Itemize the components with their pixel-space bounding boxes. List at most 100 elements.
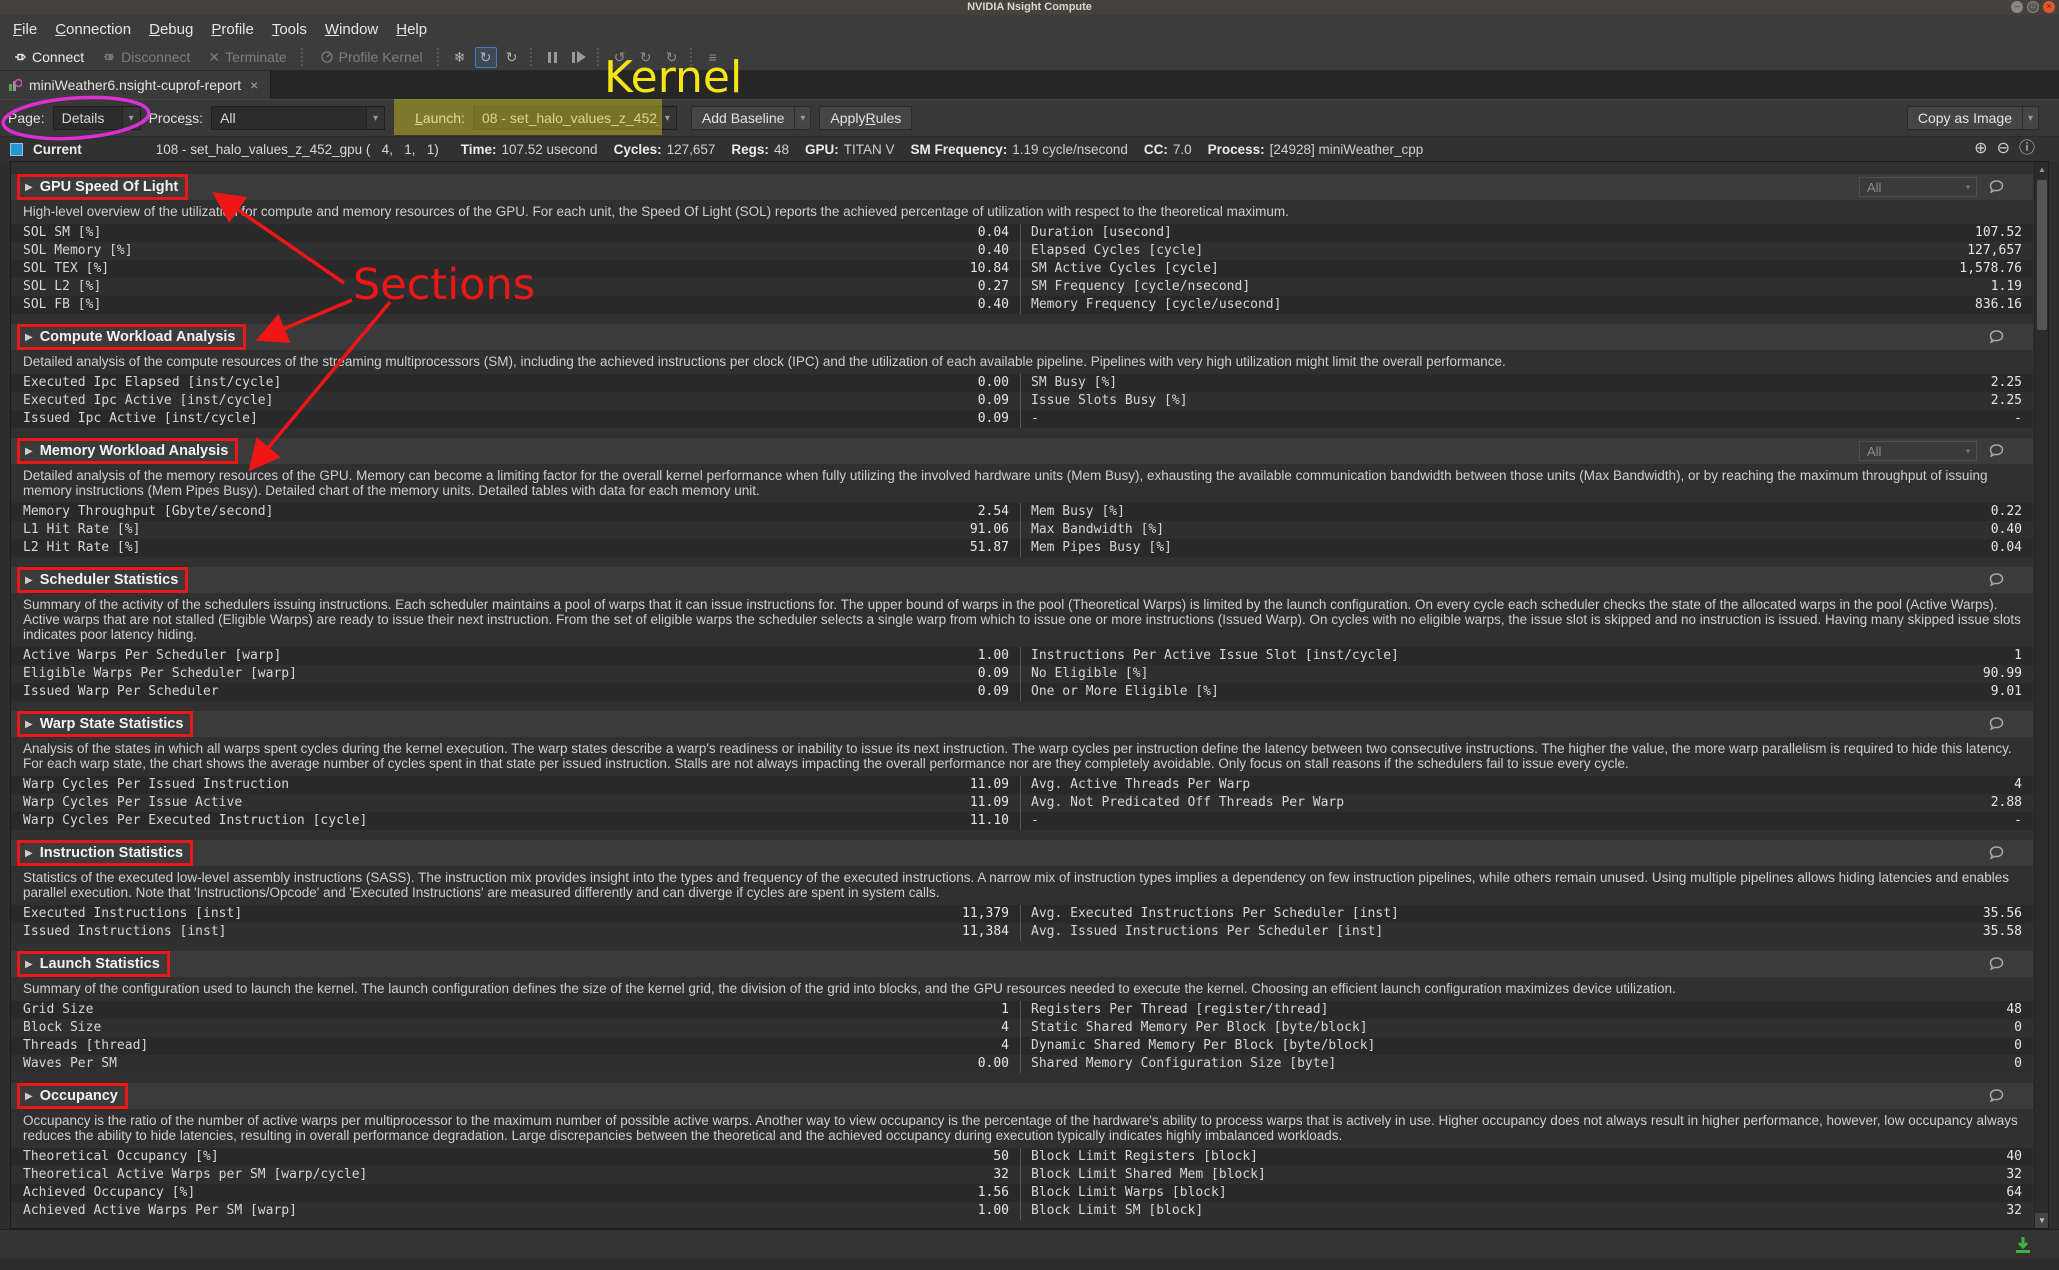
annotation-red-box: ▶ GPU Speed Of Light <box>17 174 188 200</box>
add-baseline-dropdown-arrow[interactable]: ▾ <box>795 106 811 130</box>
section-instruction-statistics: ▶ Instruction Statistics Statistics of t… <box>11 840 2048 941</box>
zoom-out-icon[interactable]: ⊖ <box>1997 141 2010 157</box>
comment-bubble-icon[interactable] <box>1988 716 2005 732</box>
profile-series-icon[interactable]: ↻ <box>501 47 523 68</box>
comment-bubble-icon[interactable] <box>1988 329 2005 345</box>
expand-arrow-icon[interactable]: ▶ <box>25 959 33 970</box>
expand-arrow-icon[interactable]: ▶ <box>25 575 33 586</box>
freeze-api-icon[interactable]: ❄ <box>449 47 471 68</box>
scroll-up-icon[interactable]: ▲ <box>2035 162 2049 177</box>
step-out-icon[interactable]: ↻ <box>661 47 683 68</box>
expand-arrow-icon[interactable]: ▶ <box>25 446 33 457</box>
section-header[interactable]: ▶ Memory Workload Analysis All ▾ <box>11 438 2033 464</box>
current-field: SM Frequency:1.19 cycle/nsecond <box>910 142 1127 157</box>
comment-bubble-icon[interactable] <box>1988 572 2005 588</box>
pause-icon[interactable] <box>542 47 564 68</box>
step-in-icon[interactable]: ↺ <box>609 47 631 68</box>
report-icon <box>8 78 22 92</box>
menu-item-profile[interactable]: Profile <box>202 17 263 42</box>
comment-bubble-icon[interactable] <box>1988 845 2005 861</box>
current-field: Regs:48 <box>731 142 789 157</box>
close-button[interactable]: × <box>2043 1 2055 13</box>
step-over-icon[interactable]: ↻ <box>635 47 657 68</box>
expand-arrow-icon[interactable]: ▶ <box>25 848 33 859</box>
profile-kernel-label: Profile Kernel <box>339 49 423 65</box>
apply-rules-button[interactable]: Apply Rules <box>819 106 912 130</box>
copy-as-image-dropdown-arrow[interactable]: ▾ <box>2023 106 2039 130</box>
table-row: Eligible Warps Per Scheduler [warp]0.09N… <box>11 665 2033 683</box>
section-header[interactable]: ▶ Launch Statistics <box>11 951 2033 977</box>
expand-arrow-icon[interactable]: ▶ <box>25 1091 33 1102</box>
section-description: Analysis of the states in which all warp… <box>23 741 2033 771</box>
section-header[interactable]: ▶ GPU Speed Of Light All ▾ <box>11 174 2033 200</box>
comment-bubble-icon[interactable] <box>1988 1088 2005 1104</box>
table-row: Theoretical Active Warps per SM [warp/cy… <box>11 1166 2033 1184</box>
metrics-table: Grid Size1Registers Per Thread [register… <box>11 1001 2033 1073</box>
current-kernel-bar: Current 108 - set_halo_values_z_452_gpu … <box>0 136 2059 161</box>
section-filter-dropdown[interactable]: All ▾ <box>1859 441 1977 461</box>
launch-dropdown[interactable]: 08 - set_halo_values_z_452_gpu ▾ <box>473 106 677 130</box>
table-row: Memory Throughput [Gbyte/second]2.54Mem … <box>11 503 2033 521</box>
scroll-down-icon[interactable]: ▼ <box>2035 1213 2049 1228</box>
disconnect-button[interactable]: Disconnect <box>95 47 197 67</box>
tab-title: miniWeather6.nsight-cuprof-report <box>29 77 241 93</box>
process-dropdown[interactable]: All ▾ <box>211 106 385 130</box>
section-header[interactable]: ▶ Occupancy <box>11 1083 2033 1109</box>
page-dropdown[interactable]: Details ▾ <box>53 106 141 130</box>
annotation-red-box: ▶ Compute Workload Analysis <box>17 324 246 350</box>
annotation-red-box: ▶ Occupancy <box>17 1083 128 1109</box>
connect-icon <box>13 50 27 64</box>
tab-close-icon[interactable]: × <box>248 77 260 93</box>
connect-button[interactable]: Connect <box>6 47 91 67</box>
tab-report[interactable]: miniWeather6.nsight-cuprof-report × <box>0 71 271 99</box>
current-kernel-name: 108 - set_halo_values_z_452_gpu ( 4, 1, … <box>156 142 439 157</box>
vertical-scrollbar[interactable]: ▲ ▼ <box>2034 162 2048 1228</box>
launch-dropdown-value: 08 - set_halo_values_z_452_gpu <box>474 110 658 126</box>
comment-bubble-icon[interactable] <box>1988 956 2005 972</box>
expand-arrow-icon[interactable]: ▶ <box>25 332 33 343</box>
section-header[interactable]: ▶ Warp State Statistics <box>11 711 2033 737</box>
metrics-table: Theoretical Occupancy [%]50Block Limit R… <box>11 1148 2033 1220</box>
zoom-in-icon[interactable]: ⊕ <box>1974 141 1987 157</box>
section-description: Detailed analysis of the memory resource… <box>23 468 2033 498</box>
menu-item-tools[interactable]: Tools <box>263 17 316 42</box>
section-title: Occupancy <box>40 1088 118 1104</box>
resume-icon[interactable] <box>568 47 590 68</box>
current-field: Process:[24928] miniWeather_cpp <box>1208 142 1424 157</box>
download-icon[interactable] <box>2013 1236 2033 1254</box>
maximize-button[interactable]: □ <box>2027 1 2039 13</box>
menu-item-connection[interactable]: Connection <box>46 17 140 42</box>
profile-kernel-button[interactable]: Profile Kernel <box>313 47 430 67</box>
auto-profile-icon[interactable]: ↻ <box>475 47 497 68</box>
section-title: Warp State Statistics <box>40 716 184 732</box>
minimize-button[interactable]: – <box>2011 1 2023 13</box>
table-row: Block Size4Static Shared Memory Per Bloc… <box>11 1019 2033 1037</box>
table-row: Executed Instructions [inst]11,379Avg. E… <box>11 905 2033 923</box>
api-stream-queue-icon[interactable]: ≡ <box>702 47 724 68</box>
section-header[interactable]: ▶ Scheduler Statistics <box>11 567 2033 593</box>
comment-bubble-icon[interactable] <box>1988 179 2005 195</box>
expand-arrow-icon[interactable]: ▶ <box>25 182 33 193</box>
scrollbar-thumb[interactable] <box>2037 180 2047 330</box>
menu-item-help[interactable]: Help <box>387 17 436 42</box>
window-controls: – □ × <box>2011 1 2055 13</box>
add-baseline-button[interactable]: Add Baseline <box>691 106 796 130</box>
menu-item-file[interactable]: File <box>4 17 46 42</box>
section-title: Launch Statistics <box>40 956 160 972</box>
section-gpu-speed-of-light: ▶ GPU Speed Of Light All ▾ High-level ov… <box>11 174 2048 314</box>
expand-arrow-icon[interactable]: ▶ <box>25 719 33 730</box>
annotation-red-box: ▶ Memory Workload Analysis <box>17 438 238 464</box>
copy-as-image-button[interactable]: Copy as Image <box>1907 106 2023 130</box>
terminate-button[interactable]: ✕ Terminate <box>201 47 293 68</box>
info-icon[interactable]: ⓘ <box>2019 141 2035 157</box>
menu-item-window[interactable]: Window <box>316 17 387 42</box>
section-header[interactable]: ▶ Compute Workload Analysis <box>11 324 2033 350</box>
menu-item-debug[interactable]: Debug <box>140 17 202 42</box>
table-row: Executed Ipc Elapsed [inst/cycle]0.00SM … <box>11 374 2033 392</box>
comment-bubble-icon[interactable] <box>1988 443 2005 459</box>
toolbar-separator <box>437 48 442 66</box>
current-color-swatch <box>10 143 23 156</box>
section-header[interactable]: ▶ Instruction Statistics <box>11 840 2033 866</box>
section-filter-dropdown[interactable]: All ▾ <box>1859 177 1977 197</box>
section-description: High-level overview of the utilization f… <box>23 204 2033 219</box>
